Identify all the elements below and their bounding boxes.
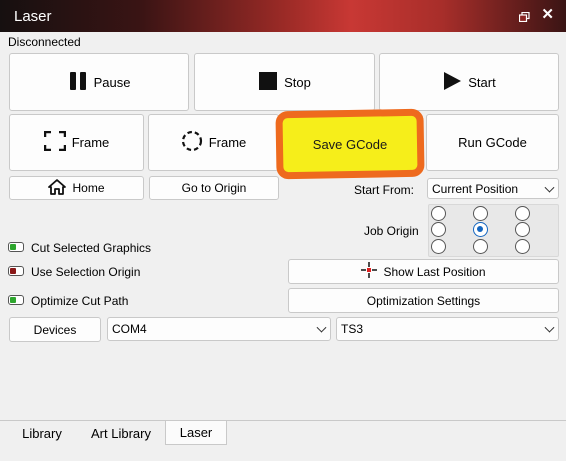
- tab-art-library-label: Art Library: [91, 425, 151, 441]
- home-label: Home: [72, 181, 105, 195]
- title-bar: Laser ✕: [0, 0, 566, 32]
- stop-label: Stop: [284, 74, 311, 90]
- origin-bottom-right-radio[interactable]: [515, 239, 530, 254]
- start-button[interactable]: Start: [379, 53, 559, 111]
- cut-selected-graphics-toggle[interactable]: [8, 242, 24, 252]
- start-from-value: Current Position: [432, 181, 519, 196]
- devices-label: Devices: [33, 322, 77, 337]
- crosshair-icon: [361, 262, 378, 281]
- origin-middle-left-radio[interactable]: [431, 222, 446, 237]
- origin-top-center-radio[interactable]: [473, 206, 488, 221]
- tab-library-label: Library: [22, 425, 62, 441]
- origin-bottom-left-radio[interactable]: [431, 239, 446, 254]
- frame-rect-button[interactable]: Frame: [9, 114, 144, 171]
- tab-library[interactable]: Library: [8, 421, 76, 445]
- window-title: Laser: [14, 8, 52, 25]
- play-icon: [442, 71, 462, 94]
- connection-status: Disconnected: [8, 35, 81, 49]
- cut-selected-graphics-label: Cut Selected Graphics: [31, 241, 152, 255]
- pause-label: Pause: [93, 74, 131, 90]
- origin-top-right-radio[interactable]: [515, 206, 530, 221]
- device-select[interactable]: TS3: [336, 317, 559, 341]
- go-to-origin-label: Go to Origin: [181, 181, 247, 195]
- start-from-select[interactable]: Current Position: [427, 178, 559, 199]
- use-selection-origin-label: Use Selection Origin: [31, 265, 141, 279]
- pause-button[interactable]: Pause: [9, 53, 189, 111]
- home-button[interactable]: Home: [9, 176, 144, 200]
- run-gcode-label: Run GCode: [458, 135, 527, 150]
- origin-top-left-radio[interactable]: [431, 206, 446, 221]
- chevron-down-icon: [316, 322, 327, 333]
- port-value: COM4: [112, 322, 147, 336]
- frame-rect-label: Frame: [71, 135, 110, 150]
- go-to-origin-button[interactable]: Go to Origin: [149, 176, 279, 200]
- start-from-label: Start From:: [354, 183, 415, 197]
- stop-button[interactable]: Stop: [194, 53, 375, 111]
- use-selection-origin-toggle[interactable]: [8, 266, 24, 276]
- devices-button[interactable]: Devices: [9, 317, 101, 342]
- optimization-settings-label: Optimization Settings: [366, 293, 481, 308]
- optimize-cut-path-toggle[interactable]: [8, 295, 24, 305]
- job-origin-label: Job Origin: [364, 224, 419, 238]
- run-gcode-button[interactable]: Run GCode: [426, 114, 559, 171]
- chevron-down-icon: [544, 182, 555, 193]
- port-select[interactable]: COM4: [107, 317, 331, 341]
- home-icon: [48, 178, 67, 198]
- frame-circle-label: Frame: [208, 135, 247, 150]
- job-origin-grid: [428, 204, 559, 257]
- show-last-position-button[interactable]: Show Last Position: [288, 259, 559, 284]
- tab-art-library[interactable]: Art Library: [80, 421, 162, 445]
- device-value: TS3: [341, 322, 364, 336]
- start-label: Start: [468, 74, 496, 90]
- save-gcode-label: Save GCode: [312, 136, 388, 152]
- tab-laser-label: Laser: [179, 425, 213, 440]
- close-icon[interactable]: ✕: [541, 6, 554, 24]
- show-last-position-label: Show Last Position: [383, 264, 486, 279]
- tab-laser[interactable]: Laser: [165, 421, 227, 445]
- optimization-settings-button[interactable]: Optimization Settings: [288, 288, 559, 313]
- stop-icon: [258, 71, 278, 94]
- bottom-tab-bar: Library Art Library Laser: [0, 420, 566, 445]
- float-window-icon[interactable]: [518, 10, 530, 23]
- frame-rect-icon: [43, 130, 66, 154]
- pause-icon: [68, 71, 88, 94]
- optimize-cut-path-label: Optimize Cut Path: [31, 294, 129, 308]
- frame-circle-icon: [181, 130, 203, 155]
- chevron-down-icon: [544, 322, 555, 333]
- origin-middle-right-radio[interactable]: [515, 222, 530, 237]
- origin-bottom-center-radio[interactable]: [473, 239, 488, 254]
- frame-circle-button[interactable]: Frame: [148, 114, 279, 171]
- origin-middle-center-radio[interactable]: [473, 222, 488, 237]
